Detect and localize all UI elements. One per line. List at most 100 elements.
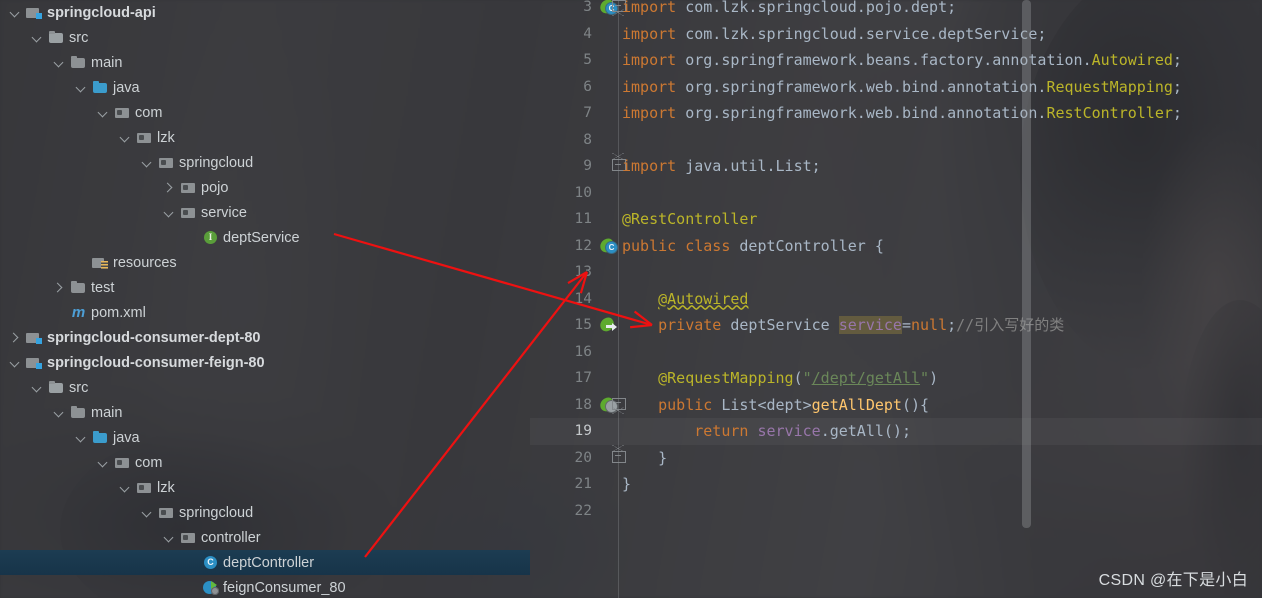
chevron-down-icon[interactable] xyxy=(140,506,153,519)
tree-item-feignconsumer-80[interactable]: feignConsumer_80 xyxy=(0,575,530,598)
interface-icon xyxy=(202,230,219,246)
chevron-right-icon[interactable] xyxy=(162,181,175,194)
line-number: 15 xyxy=(574,317,592,333)
tree-item-controller[interactable]: controller xyxy=(0,525,530,550)
code-line[interactable]: 17 @RequestMapping("/dept/getAll") xyxy=(530,365,1262,392)
spring-bean-class-icon[interactable]: C xyxy=(598,236,617,254)
chevron-down-icon[interactable] xyxy=(140,156,153,169)
chevron-down-icon[interactable] xyxy=(118,481,131,494)
project-tree-scrollbar[interactable] xyxy=(1022,0,1031,528)
code-token: " xyxy=(920,369,930,387)
tree-item-lzk[interactable]: lzk xyxy=(0,125,530,150)
code-line[interactable]: 15 private deptService service=null;//引入… xyxy=(530,312,1262,339)
code-line[interactable]: 13 xyxy=(530,259,1262,286)
code-line[interactable]: 7 import org.springframework.web.bind.ann… xyxy=(530,100,1262,127)
code-token: java.util.List xyxy=(685,157,812,175)
project-tree-panel[interactable]: springcloud-api src main java com lzk springcl… xyxy=(0,0,530,598)
tree-item-main[interactable]: main xyxy=(0,400,530,425)
tree-item-label: lzk xyxy=(157,129,175,146)
class-icon xyxy=(202,555,219,571)
chevron-down-icon[interactable] xyxy=(96,106,109,119)
chevron-down-icon[interactable] xyxy=(52,406,65,419)
code-line[interactable]: 3 Cimport com.lzk.springcloud.pojo.dept; xyxy=(530,0,1262,21)
line-number: 21 xyxy=(574,476,592,492)
line-number: 12 xyxy=(574,237,592,254)
chevron-down-icon[interactable] xyxy=(74,81,87,94)
line-number: 22 xyxy=(574,502,592,519)
module-icon xyxy=(26,330,43,346)
package-icon xyxy=(114,455,131,471)
code-token: public xyxy=(622,236,686,255)
code-line[interactable]: 14 @Autowired xyxy=(530,286,1262,313)
tree-item-test[interactable]: test xyxy=(0,275,530,300)
tree-item-label: lzk xyxy=(157,479,175,496)
tree-item-service[interactable]: service xyxy=(0,200,530,225)
tree-item-label: deptService xyxy=(223,229,300,246)
panel-splitter[interactable] xyxy=(508,0,1031,598)
tree-item-springcloud[interactable]: springcloud xyxy=(0,150,530,175)
chevron-down-icon[interactable] xyxy=(30,31,43,44)
tree-item-label: com xyxy=(135,104,163,121)
chevron-down-icon[interactable] xyxy=(8,356,21,369)
tree-item-springcloud-consumer-dept-80[interactable]: springcloud-consumer-dept-80 xyxy=(0,325,530,350)
code-token: service xyxy=(757,422,821,440)
tree-item-lzk[interactable]: lzk xyxy=(0,475,530,500)
code-line[interactable]: 12 Cpublic class deptController { xyxy=(530,233,1262,260)
tree-item-resources[interactable]: resources xyxy=(0,250,530,275)
tree-item-src[interactable]: src xyxy=(0,25,530,50)
code-text: import com.lzk.springcloud.pojo.dept; xyxy=(622,0,956,21)
code-line[interactable]: 20 } xyxy=(530,444,1262,472)
chevron-down-icon[interactable] xyxy=(8,6,21,19)
chevron-down-icon[interactable] xyxy=(162,206,175,219)
chevron-down-icon[interactable] xyxy=(74,431,87,444)
code-token: import xyxy=(622,104,686,122)
code-line[interactable]: 8 xyxy=(530,127,1262,154)
tree-item-src[interactable]: src xyxy=(0,375,530,400)
tree-item-main[interactable]: main xyxy=(0,50,530,75)
tree-item-label: resources xyxy=(113,254,177,271)
code-token: ; xyxy=(811,157,821,175)
code-token: = xyxy=(901,316,911,334)
code-editor[interactable]: 3 Cimport com.lzk.springcloud.pojo.dept; 4… xyxy=(530,0,1262,598)
chevron-down-icon[interactable] xyxy=(118,131,131,144)
code-line[interactable]: 16 xyxy=(530,339,1262,366)
line-number: 17 xyxy=(574,370,592,386)
chevron-right-icon[interactable] xyxy=(52,281,65,294)
code-line[interactable]: 19 return service.getAll(); xyxy=(530,418,1262,445)
chevron-down-icon[interactable] xyxy=(162,531,175,544)
folder-icon xyxy=(70,280,87,296)
code-token: } xyxy=(622,475,632,493)
toggle-spacer xyxy=(52,306,65,319)
code-line[interactable]: 9 import java.util.List; xyxy=(530,153,1262,180)
code-line[interactable]: 22 xyxy=(530,498,1262,525)
chevron-right-icon[interactable] xyxy=(8,331,21,344)
code-line[interactable]: 6 import org.springframework.web.bind.ann… xyxy=(530,74,1262,101)
tree-item-label: pom.xml xyxy=(91,304,146,321)
code-line[interactable]: 4 import com.lzk.springcloud.service.dept… xyxy=(530,21,1262,48)
tree-item-pom-xml[interactable]: m pom.xml xyxy=(0,300,530,325)
code-line[interactable]: 11 @RestController xyxy=(530,206,1262,233)
tree-item-pojo[interactable]: pojo xyxy=(0,175,530,200)
tree-item-deptcontroller[interactable]: deptController xyxy=(0,550,530,575)
code-token: ( xyxy=(793,369,803,387)
tree-item-springcloud[interactable]: springcloud xyxy=(0,500,530,525)
maven-icon: m xyxy=(71,303,86,321)
tree-item-com[interactable]: com xyxy=(0,450,530,475)
tree-item-java[interactable]: java xyxy=(0,75,530,100)
tree-item-java[interactable]: java xyxy=(0,425,530,450)
code-line[interactable]: 18 public List<dept>getAllDept(){ xyxy=(530,392,1262,419)
tree-item-com[interactable]: com xyxy=(0,100,530,125)
code-line[interactable]: 10 xyxy=(530,180,1262,207)
tree-item-label: src xyxy=(69,379,89,396)
code-line[interactable]: 5 import org.springframework.beans.factor… xyxy=(530,47,1262,74)
gutter-badge-icon xyxy=(606,321,617,332)
chevron-down-icon[interactable] xyxy=(30,381,43,394)
chevron-down-icon[interactable] xyxy=(52,56,65,69)
code-line[interactable]: 21} xyxy=(530,471,1262,498)
chevron-down-icon[interactable] xyxy=(96,456,109,469)
tree-item-springcloud-api[interactable]: springcloud-api xyxy=(0,0,530,25)
spring-bean-autowire-icon[interactable] xyxy=(598,316,617,333)
tree-item-deptservice[interactable]: deptService xyxy=(0,225,530,250)
tree-item-springcloud-consumer-feign-80[interactable]: springcloud-consumer-feign-80 xyxy=(0,350,530,375)
